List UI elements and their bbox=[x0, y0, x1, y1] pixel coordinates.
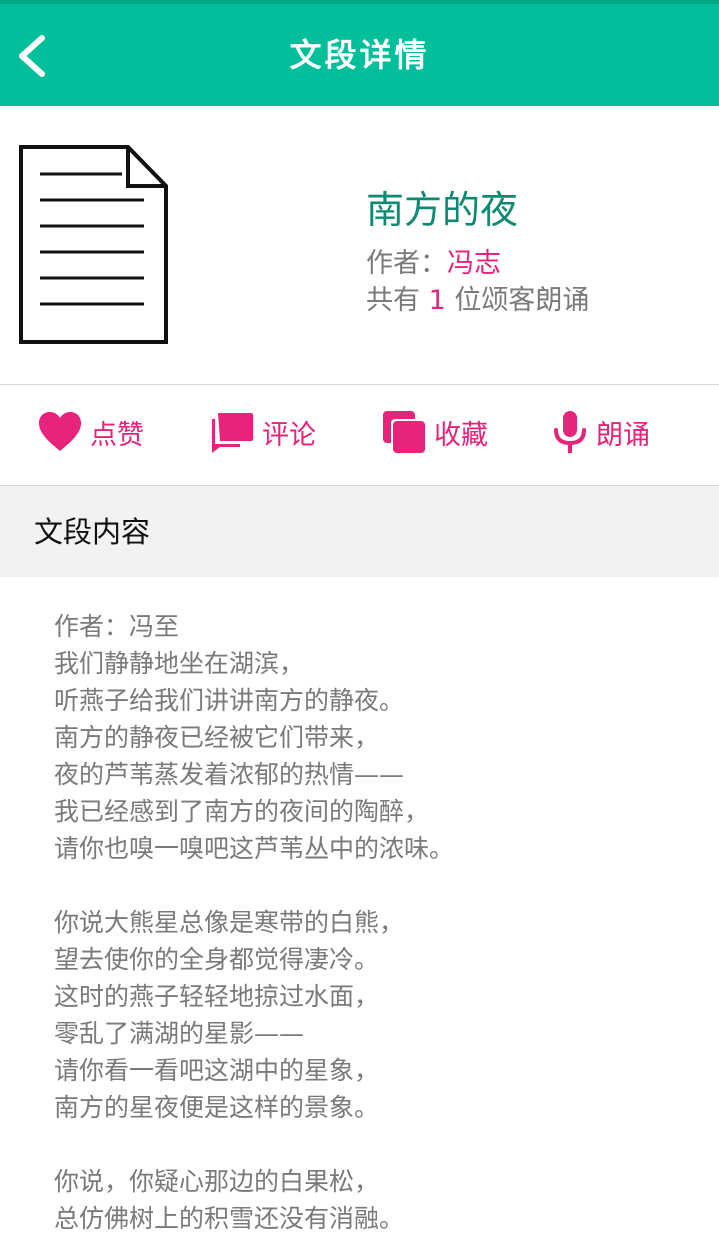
count-prefix: 共有 bbox=[366, 285, 420, 316]
author-prefix: 作者： bbox=[366, 248, 447, 279]
author-line: 作者：冯志 bbox=[366, 246, 501, 282]
recite-label: 朗诵 bbox=[596, 419, 650, 451]
content-line: 我们静静地坐在湖滨， bbox=[54, 649, 305, 678]
content-line: 南方的星夜便是这样的景象。 bbox=[54, 1093, 380, 1122]
reciter-count-line: 共有 1 位颂客朗诵 bbox=[366, 283, 589, 319]
collect-label: 收藏 bbox=[434, 419, 488, 451]
comment-button[interactable]: 评论 bbox=[210, 407, 316, 457]
comment-label: 评论 bbox=[262, 419, 316, 451]
heart-icon bbox=[39, 412, 81, 451]
stanza-break bbox=[54, 867, 694, 904]
content-line: 总仿佛树上的积雪还没有消融。 bbox=[54, 1204, 405, 1233]
app-header: 文段详情 bbox=[0, 0, 719, 106]
content-line: 这时的燕子轻轻地掠过水面， bbox=[54, 982, 380, 1011]
content-line: 听燕子给我们讲讲南方的静夜。 bbox=[54, 686, 405, 715]
content-line: 请你看一看吧这湖中的星象， bbox=[54, 1056, 380, 1085]
reciter-count: 1 bbox=[428, 285, 446, 316]
action-bar: 点赞 评论 收藏 朗诵 bbox=[0, 385, 719, 485]
like-button[interactable]: 点赞 bbox=[38, 407, 144, 457]
content-line: 请你也嗅一嗅吧这芦苇丛中的浓味。 bbox=[54, 834, 455, 863]
content-line: 南方的静夜已经被它们带来， bbox=[54, 723, 380, 752]
content-line: 你说大熊星总像是寒带的白熊， bbox=[54, 908, 405, 937]
content-line: 夜的芦苇蒸发着浓郁的热情—— bbox=[54, 760, 405, 789]
collection-icon bbox=[383, 411, 425, 453]
content-line: 你说，你疑心那边的白果松， bbox=[54, 1167, 380, 1196]
section-title: 文段内容 bbox=[34, 515, 151, 549]
content-line: 望去使你的全身都觉得凄冷。 bbox=[54, 945, 380, 974]
header-top-line bbox=[0, 0, 719, 4]
stanza-break bbox=[54, 1126, 694, 1163]
content-line: 我已经感到了南方的夜间的陶醉， bbox=[54, 797, 430, 826]
author-name[interactable]: 冯志 bbox=[447, 248, 501, 279]
like-label: 点赞 bbox=[90, 419, 144, 451]
count-suffix: 位颂客朗诵 bbox=[454, 285, 590, 316]
article-title: 南方的夜 bbox=[366, 188, 519, 232]
microphone-icon bbox=[554, 411, 586, 453]
content-line: 零乱了满湖的星影—— bbox=[54, 1019, 305, 1048]
comment-icon bbox=[212, 413, 253, 453]
article-content: 作者：冯至我们静静地坐在湖滨， 听燕子给我们讲讲南方的静夜。 南方的静夜已经被它们带… bbox=[54, 608, 694, 1237]
section-header: 文段内容 bbox=[0, 486, 719, 577]
document-icon bbox=[18, 144, 170, 346]
page-title: 文段详情 bbox=[289, 36, 430, 74]
collect-button[interactable]: 收藏 bbox=[382, 407, 488, 457]
content-line: 作者：冯至 bbox=[54, 612, 180, 641]
recite-button[interactable]: 朗诵 bbox=[552, 407, 650, 457]
